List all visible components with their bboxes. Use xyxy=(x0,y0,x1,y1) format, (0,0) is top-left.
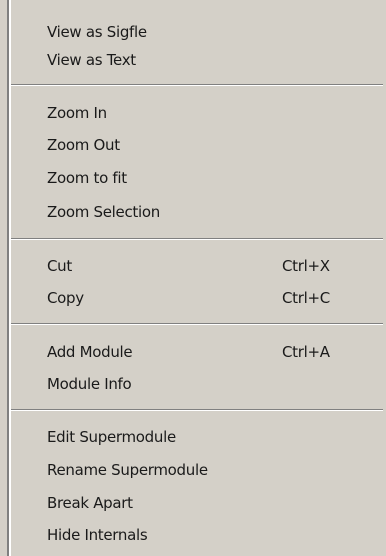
menu-item-label: Zoom to fit xyxy=(47,169,127,187)
menu-item-edit-supermodule[interactable]: Edit Supermodule xyxy=(11,421,381,453)
menu-item-hide-internals[interactable]: Hide Internals xyxy=(11,519,381,551)
menu-item-label: Zoom Selection xyxy=(47,203,160,221)
menu-item-label: Cut xyxy=(47,257,72,275)
menu-item-view-as-text[interactable]: View as Text xyxy=(11,44,381,76)
menu-item-rename-supermodule[interactable]: Rename Supermodule xyxy=(11,454,381,486)
menu-item-label: View as Text xyxy=(47,51,136,69)
menu-item-break-apart[interactable]: Break Apart xyxy=(11,487,381,519)
menu-item-shortcut: Ctrl+A xyxy=(282,343,330,361)
menu-item-label: Edit Supermodule xyxy=(47,428,176,446)
menu-item-label: Copy xyxy=(47,289,84,307)
menu-item-add-module[interactable]: Add Module Ctrl+A xyxy=(11,336,381,368)
menu-item-module-info[interactable]: Module Info xyxy=(11,368,381,400)
menu-item-shortcut: Ctrl+C xyxy=(282,289,330,307)
menu-item-cut[interactable]: Cut Ctrl+X xyxy=(11,250,381,282)
menu-item-label: Module Info xyxy=(47,375,132,393)
menu-item-label: Add Module xyxy=(47,343,133,361)
menu-separator xyxy=(11,409,383,411)
menu-item-label: Zoom Out xyxy=(47,136,120,154)
menu-item-label: Hide Internals xyxy=(47,526,148,544)
menu-separator xyxy=(11,323,383,325)
menu-item-copy[interactable]: Copy Ctrl+C xyxy=(11,282,381,314)
menu-item-shortcut: Ctrl+X xyxy=(282,257,330,275)
menu-item-label: Rename Supermodule xyxy=(47,461,208,479)
menu-item-label: Break Apart xyxy=(47,494,133,512)
menu-item-zoom-selection[interactable]: Zoom Selection xyxy=(11,196,381,228)
menu-item-zoom-out[interactable]: Zoom Out xyxy=(11,129,381,161)
menu-item-label: Zoom In xyxy=(47,104,107,122)
menu-separator xyxy=(11,84,383,86)
context-menu: View as Sigfle View as Text Zoom In Zoom… xyxy=(9,0,386,556)
menu-item-zoom-to-fit[interactable]: Zoom to fit xyxy=(11,162,381,194)
menu-separator xyxy=(11,238,383,240)
menu-item-zoom-in[interactable]: Zoom In xyxy=(11,97,381,129)
